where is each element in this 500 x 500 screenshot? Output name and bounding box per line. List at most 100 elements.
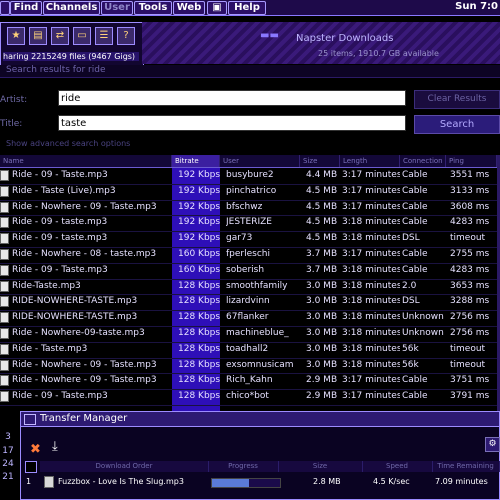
result-row[interactable]: Ride - Nowhere - 09 - Taste.mp3 128 Kbps e…: [0, 358, 497, 375]
side-number: 24: [2, 459, 14, 469]
title-label: Title:: [0, 119, 23, 129]
result-row[interactable]: Ride - 09 - taste.mp3 192 Kbps gar73 4.5 MB…: [0, 231, 497, 248]
transfer-manager-window: Transfer Manager ✖ ⤓ ⚙ Download Order Pr…: [20, 411, 500, 500]
mp3-file-icon: [0, 296, 9, 308]
result-user: toadhall2: [226, 343, 269, 354]
result-user: exsomnusicam: [226, 359, 294, 370]
results-header: Name Bitrate User Size Length Connection…: [0, 155, 497, 168]
result-row[interactable]: Ride - Taste.mp3 128 Kbps toadhall2 3.0 MB 3…: [0, 342, 497, 359]
mp3-file-icon: [0, 375, 9, 387]
cancel-transfer-icon[interactable]: ✖: [30, 442, 41, 457]
result-row[interactable]: Ride - Nowhere - 09 - Taste.mp3 128 Kbps R…: [0, 373, 497, 391]
menu-script-icon[interactable]: ▣: [207, 1, 227, 15]
result-name: Ride - Taste (Live).mp3: [12, 185, 116, 196]
share-icon[interactable]: ⇄: [51, 27, 69, 45]
result-ping: 3133 ms: [450, 185, 490, 196]
result-connection: 2.0: [402, 280, 417, 291]
column-name[interactable]: Name: [0, 155, 172, 167]
close-box-icon[interactable]: [24, 414, 36, 425]
result-name: RIDE-NOWHERE-TASTE.mp3: [12, 312, 138, 323]
artist-label: Artist:: [0, 95, 28, 105]
result-bitrate: 160 Kbps: [178, 264, 221, 275]
result-ping: timeout: [450, 233, 486, 244]
column-time-remaining[interactable]: Time Remaining: [432, 461, 500, 472]
column-size[interactable]: Size: [300, 155, 340, 167]
result-row[interactable]: Ride - Nowhere - 09 - Taste.mp3 192 Kbps b…: [0, 200, 497, 217]
result-connection: Cable: [402, 185, 428, 196]
result-bitrate: 192 Kbps: [178, 233, 221, 244]
transfer-title: Transfer Manager: [40, 413, 128, 424]
result-bitrate: 128 Kbps: [178, 375, 221, 386]
result-ping: 3791 ms: [450, 391, 490, 402]
result-connection: Unknown: [402, 312, 444, 323]
folder-star-icon[interactable]: ★: [7, 27, 25, 45]
result-row[interactable]: Ride - Nowhere - 08 - taste.mp3 160 Kbps f…: [0, 247, 497, 264]
side-number: 17: [2, 446, 14, 456]
column-size[interactable]: Size: [278, 461, 363, 472]
transfer-options-icon[interactable]: ⚙: [485, 437, 500, 452]
result-row[interactable]: RIDE-NOWHERE-TASTE.mp3 128 Kbps 67flanker 3…: [0, 310, 497, 327]
menu-channels[interactable]: Channels: [43, 1, 100, 15]
window-icon[interactable]: ▭: [73, 27, 91, 45]
column-user[interactable]: User: [220, 155, 300, 167]
result-user: machineblue_: [226, 328, 289, 338]
title-input[interactable]: [58, 115, 406, 131]
result-size: 3.7 MB: [306, 264, 338, 275]
menu-tools[interactable]: Tools: [134, 1, 172, 15]
transfer-speed: 4.5 K/sec: [373, 477, 410, 486]
result-user: fperleschi: [226, 249, 270, 259]
result-connection: Unknown: [402, 328, 444, 338]
transfer-title-bar[interactable]: Transfer Manager: [21, 412, 499, 427]
result-size: 4.5 MB: [306, 201, 338, 212]
artist-input[interactable]: [58, 90, 406, 106]
result-length: 3:17 minutes: [342, 249, 400, 259]
transfer-progress-fill: [212, 479, 250, 487]
results-table: Name Bitrate User Size Length Connection…: [0, 155, 497, 411]
mp3-file-icon: [0, 328, 9, 339]
column-length[interactable]: Length: [340, 155, 400, 167]
result-row[interactable]: Ride - Taste (Live).mp3 192 Kbps pinchatri…: [0, 184, 497, 201]
menu-apple[interactable]: [0, 1, 10, 15]
column-download-order[interactable]: Download Order: [40, 461, 209, 472]
transfer-time-remaining: 7.09 minutes: [435, 477, 488, 486]
result-connection: Cable: [402, 170, 428, 180]
result-name: Ride - Nowhere - 08 - taste.mp3: [12, 249, 157, 259]
result-row[interactable]: Ride-Taste.mp3 128 Kbps smoothfamily 3.0 MB…: [0, 279, 497, 296]
menu-user[interactable]: User: [101, 1, 133, 15]
result-row[interactable]: Ride - 09 - Taste.mp3 160 Kbps soberish 3.7…: [0, 263, 497, 280]
menu-web[interactable]: Web: [173, 1, 205, 15]
result-user: lizardvinn: [226, 296, 270, 307]
column-connection[interactable]: Connection: [400, 155, 446, 167]
column-bitrate[interactable]: Bitrate: [172, 155, 220, 167]
clear-results-button[interactable]: Clear Results: [414, 90, 500, 109]
select-all-checkbox[interactable]: [25, 461, 37, 473]
result-row[interactable]: Ride - Nowhere-09-taste.mp3 128 Kbps machi…: [0, 326, 497, 343]
result-size: 3.7 MB: [306, 249, 338, 259]
result-row[interactable]: Ride - 09 - Taste.mp3 192 Kbps busybure2 4.…: [0, 168, 497, 185]
result-length: 3:17 minutes: [342, 375, 400, 386]
search-button[interactable]: Search: [414, 115, 500, 134]
result-name: Ride - 09 - Taste.mp3: [12, 391, 108, 402]
help-icon[interactable]: ?: [117, 27, 135, 45]
folder-icon[interactable]: ▤: [29, 27, 47, 45]
list-icon[interactable]: ☰: [95, 27, 113, 45]
transfer-size: 2.8 MB: [313, 477, 341, 486]
menu-help[interactable]: Help: [228, 1, 266, 15]
column-speed[interactable]: Speed: [362, 461, 433, 472]
result-row[interactable]: RIDE-NOWHERE-TASTE.mp3 128 Kbps lizardvinn…: [0, 294, 497, 312]
column-progress[interactable]: Progress: [208, 461, 279, 472]
menu-find[interactable]: Find: [10, 1, 42, 15]
result-row[interactable]: Ride - 09 - Taste.mp3 128 Kbps chico*bot 2.…: [0, 389, 497, 406]
download-icon[interactable]: ⤓: [52, 439, 58, 454]
mp3-file-icon: [0, 249, 9, 260]
downloads-folder-icon[interactable]: ▬▬: [260, 30, 279, 41]
result-size: 3.0 MB: [306, 280, 338, 291]
column-ping[interactable]: Ping: [446, 155, 497, 167]
result-ping: 2755 ms: [450, 249, 490, 259]
transfer-row[interactable]: 1 Fuzzbox - Love Is The Slug.mp3 2.8 MB …: [21, 474, 499, 490]
advanced-search-toggle[interactable]: Show advanced search options: [6, 139, 130, 148]
result-connection: 56k: [402, 343, 419, 354]
result-row[interactable]: Ride - 09 - taste.mp3 192 Kbps JESTERIZE 4.…: [0, 215, 497, 233]
mp3-file-icon: [0, 359, 9, 371]
result-length: 3:17 minutes: [342, 170, 400, 180]
